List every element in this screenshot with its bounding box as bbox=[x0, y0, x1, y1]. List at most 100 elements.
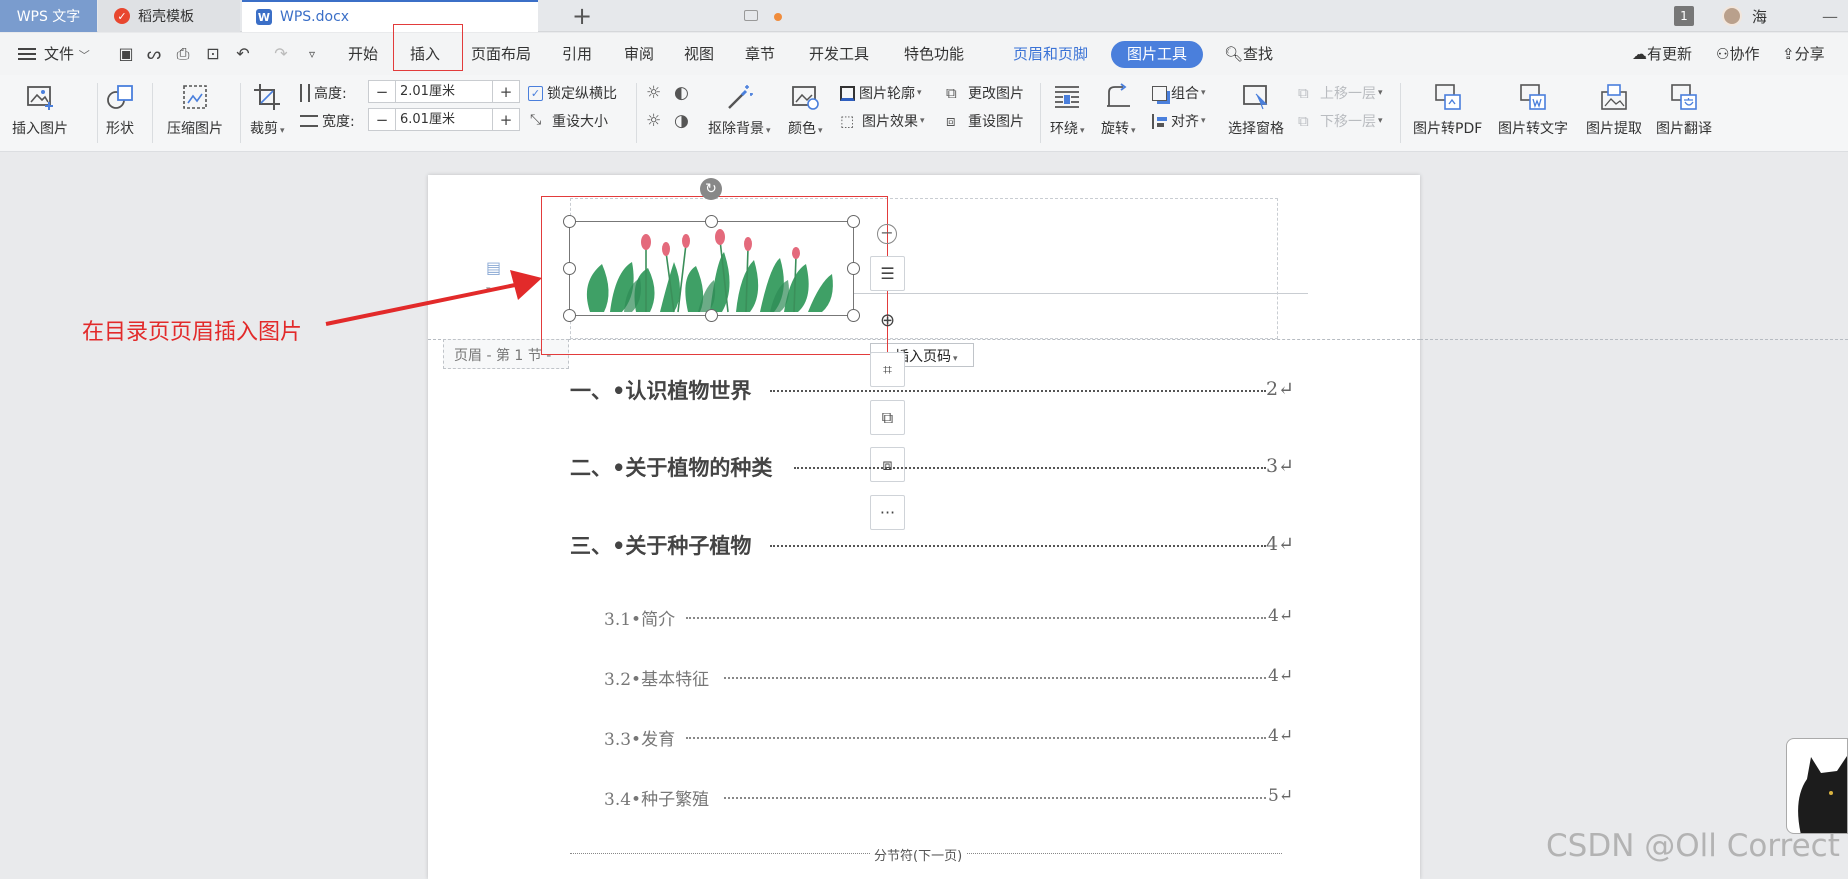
toc-entry-3[interactable]: 三、•关于种子植物 bbox=[570, 530, 751, 560]
redo-icon[interactable]: ↷ bbox=[272, 45, 290, 63]
brightness-down-button[interactable]: ☼ bbox=[646, 111, 668, 131]
toc-entry-2[interactable]: 二、•关于植物的种类 bbox=[570, 452, 772, 482]
send-backward-button[interactable]: ⧉ 下移一层 ▾ bbox=[1298, 111, 1383, 131]
tab-picture-tools[interactable]: 图片工具 bbox=[1111, 41, 1203, 68]
insert-picture-button[interactable]: 插入图片 bbox=[12, 75, 68, 138]
picture-to-text-icon bbox=[1520, 84, 1546, 110]
toc-entry-3-1[interactable]: 3.1•简介 bbox=[604, 605, 675, 630]
brightness-up-button[interactable]: ☼ bbox=[646, 83, 668, 103]
print-preview-icon[interactable]: ⊡ bbox=[204, 45, 222, 63]
align-button[interactable]: 对齐 ▾ bbox=[1152, 111, 1206, 131]
height-label: 高度: bbox=[300, 83, 347, 103]
crop-tool-button[interactable]: ⌗ bbox=[870, 352, 905, 387]
tab-document-label: WPS.docx bbox=[280, 9, 350, 25]
minimize-button[interactable]: — bbox=[1822, 0, 1838, 32]
file-menu[interactable]: 文件 ﹀ bbox=[44, 43, 90, 64]
picture-to-pdf-button[interactable]: 图片转PDF bbox=[1413, 75, 1482, 138]
layout-options-button[interactable]: ☰ bbox=[870, 256, 905, 291]
tab-page-layout[interactable]: 页面布局 bbox=[471, 43, 531, 64]
undo-icon[interactable]: ↶ bbox=[234, 45, 252, 63]
hamburger-menu-icon[interactable] bbox=[18, 48, 36, 60]
width-decrease-button[interactable]: − bbox=[369, 111, 395, 129]
resize-handle-top-left[interactable] bbox=[563, 215, 576, 228]
reset-picture-button[interactable]: ⧈ 重设图片 bbox=[946, 111, 1024, 131]
resize-handle-top-right[interactable] bbox=[847, 215, 860, 228]
tab-special-features[interactable]: 特色功能 bbox=[904, 43, 964, 64]
crop-icon: ⌗ bbox=[882, 359, 892, 379]
zoom-out-circle-icon[interactable]: − bbox=[877, 224, 897, 244]
tab-references[interactable]: 引用 bbox=[562, 43, 592, 64]
username[interactable]: 海 bbox=[1752, 0, 1767, 32]
more-options-button[interactable]: ··· bbox=[870, 495, 905, 530]
tab-review[interactable]: 审阅 bbox=[624, 43, 654, 64]
tab-developer[interactable]: 开发工具 bbox=[809, 43, 869, 64]
toc-entry-3-2[interactable]: 3.2•基本特征 bbox=[604, 665, 709, 690]
convert-picture-button[interactable]: ⧉ bbox=[870, 400, 905, 435]
format-painter-icon[interactable]: ᔕ bbox=[145, 45, 163, 63]
contrast-down-button[interactable]: ◑ bbox=[674, 111, 696, 131]
compress-picture-button[interactable]: 压缩图片 bbox=[167, 75, 223, 138]
resize-handle-top[interactable] bbox=[705, 215, 718, 228]
lock-aspect-ratio-checkbox[interactable]: ✓ 锁定纵横比 bbox=[528, 83, 617, 103]
group-button[interactable]: 组合 ▾ bbox=[1152, 83, 1206, 103]
resize-handle-bottom-left[interactable] bbox=[563, 309, 576, 322]
shape-button[interactable]: 形状 bbox=[105, 75, 135, 138]
tab-wps-writer[interactable]: WPS 文字 bbox=[0, 0, 97, 32]
monitor-icon[interactable] bbox=[744, 10, 758, 21]
tab-view[interactable]: 视图 bbox=[684, 43, 714, 64]
unsaved-dot-icon bbox=[774, 13, 782, 21]
height-decrease-button[interactable]: − bbox=[369, 83, 395, 101]
bring-forward-button[interactable]: ⧉ 上移一层 ▾ bbox=[1298, 83, 1383, 103]
window-count-badge[interactable]: 1 bbox=[1674, 6, 1694, 26]
resize-handle-bottom[interactable] bbox=[705, 309, 718, 322]
picture-translate-button[interactable]: 图片翻译 bbox=[1656, 75, 1712, 138]
tab-daoke-templates[interactable]: ✓ 稻壳模板 bbox=[98, 0, 240, 32]
crop-button[interactable]: 裁剪 ▾ bbox=[250, 75, 285, 138]
picture-effects-button[interactable]: ⬚ 图片效果 ▾ bbox=[840, 111, 925, 131]
floating-cat-widget[interactable] bbox=[1786, 738, 1848, 834]
search-button[interactable]: 🔍︎查找 bbox=[1224, 43, 1273, 64]
update-button[interactable]: ☁有更新 bbox=[1632, 43, 1692, 64]
toc-entry-3-3[interactable]: 3.3•发育 bbox=[604, 725, 675, 750]
zoom-picture-button[interactable]: ⊕ bbox=[870, 303, 905, 338]
user-icon: ⚇ bbox=[1716, 45, 1730, 63]
rotate-button[interactable]: 旋转 ▾ bbox=[1101, 75, 1136, 138]
reset-size-button[interactable]: ⤡ 重设大小 bbox=[530, 111, 608, 131]
contrast-up-button[interactable]: ◐ bbox=[674, 83, 696, 103]
picture-extract-button[interactable]: 图片提取 bbox=[1586, 75, 1642, 138]
width-increase-button[interactable]: + bbox=[493, 111, 519, 129]
tab-header-footer[interactable]: 页眉和页脚 bbox=[1013, 43, 1088, 64]
picture-extract-tool-button[interactable]: ⧈ bbox=[870, 447, 905, 482]
remove-background-button[interactable]: 抠除背景 ▾ bbox=[708, 75, 771, 138]
collaborate-button[interactable]: ⚇协作 bbox=[1716, 43, 1759, 64]
color-button[interactable]: 颜色 ▾ bbox=[788, 75, 823, 138]
new-tab-button[interactable]: + bbox=[572, 2, 592, 30]
tab-document[interactable]: W WPS.docx bbox=[242, 0, 782, 32]
more-icon: ··· bbox=[879, 503, 896, 522]
height-input[interactable]: 2.01厘米 bbox=[395, 81, 493, 102]
avatar[interactable] bbox=[1722, 6, 1742, 26]
selection-pane-button[interactable]: 选择窗格 bbox=[1228, 75, 1284, 138]
width-stepper[interactable]: − 6.01厘米 + bbox=[368, 108, 520, 131]
height-stepper[interactable]: − 2.01厘米 + bbox=[368, 80, 520, 103]
width-input[interactable]: 6.01厘米 bbox=[395, 109, 493, 130]
print-icon[interactable]: ⎙ bbox=[174, 45, 192, 63]
menu-bar: 文件 ﹀ ▣ ᔕ ⎙ ⊡ ↶ ↷ ▿ 开始 插入 页面布局 引用 审阅 视图 章… bbox=[0, 33, 1848, 75]
resize-handle-bottom-right[interactable] bbox=[847, 309, 860, 322]
save-icon[interactable]: ▣ bbox=[117, 45, 135, 63]
quick-access-dropdown-icon[interactable]: ▿ bbox=[303, 45, 321, 63]
toc-entry-3-4[interactable]: 3.4•种子繁殖 bbox=[604, 785, 709, 810]
toc-entry-1[interactable]: 一、•认识植物世界 bbox=[570, 375, 751, 405]
wrap-text-button[interactable]: 环绕 ▾ bbox=[1050, 75, 1085, 138]
tab-start[interactable]: 开始 bbox=[348, 43, 378, 64]
rotate-handle-icon[interactable]: ↻ bbox=[700, 178, 722, 200]
picture-to-text-button[interactable]: 图片转文字 bbox=[1498, 75, 1568, 138]
height-increase-button[interactable]: + bbox=[493, 83, 519, 101]
picture-outline-button[interactable]: 图片轮廓 ▾ bbox=[840, 83, 922, 103]
share-button[interactable]: ⇪分享 bbox=[1782, 43, 1825, 64]
change-picture-button[interactable]: ⧉ 更改图片 bbox=[946, 83, 1024, 103]
resize-handle-left[interactable] bbox=[563, 262, 576, 275]
tab-chapter[interactable]: 章节 bbox=[745, 43, 775, 64]
share-icon: ⇪ bbox=[1782, 45, 1795, 63]
resize-handle-right[interactable] bbox=[847, 262, 860, 275]
